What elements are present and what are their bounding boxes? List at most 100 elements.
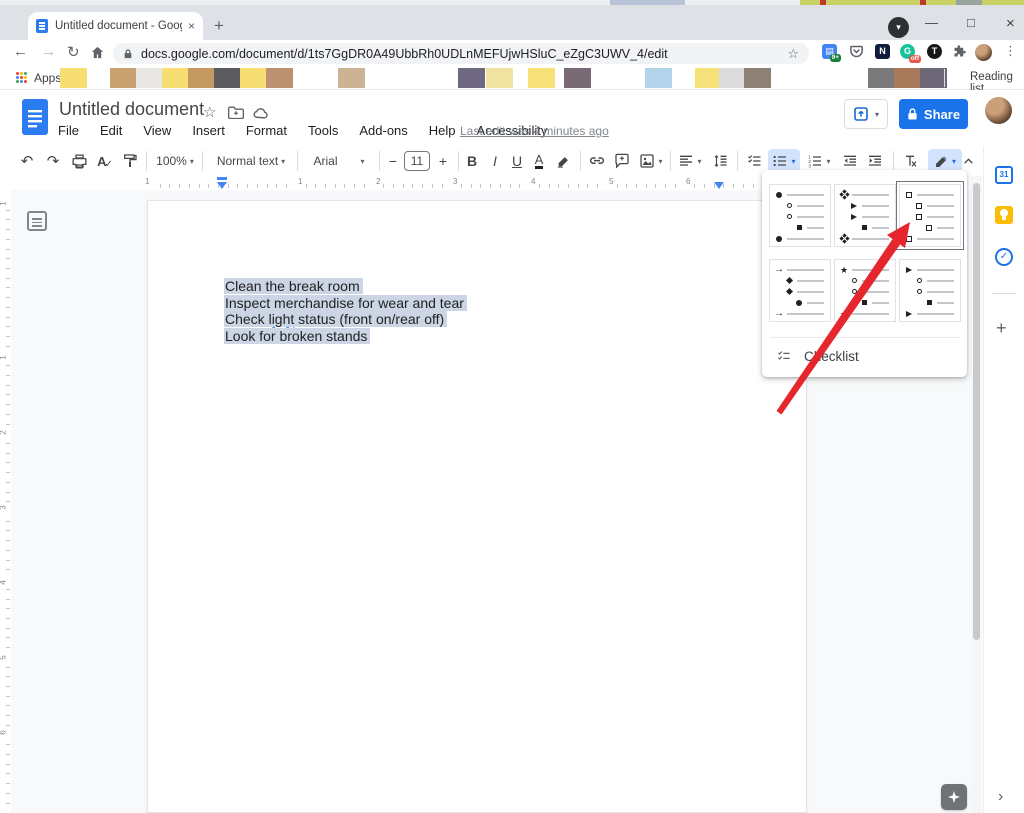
zoom-select[interactable]: 100%▾ — [152, 149, 198, 173]
first-line-indent-marker[interactable] — [217, 177, 227, 180]
menu-tools[interactable]: Tools — [308, 123, 338, 138]
bold-button[interactable]: B — [462, 149, 482, 173]
pocket-extension-icon[interactable] — [849, 44, 864, 59]
browser-menu-dots-icon[interactable]: ⋮ — [1004, 43, 1017, 59]
bullet-style-disc-circle-square[interactable] — [769, 184, 831, 247]
tab-close-icon[interactable]: × — [188, 19, 195, 33]
reload-icon[interactable]: ↻ — [67, 43, 80, 61]
menu-format[interactable]: Format — [246, 123, 287, 138]
bookmark-square[interactable] — [486, 68, 513, 88]
bookmark-square[interactable] — [894, 68, 921, 88]
move-folder-icon[interactable] — [228, 106, 244, 119]
bookmark-square[interactable] — [110, 68, 137, 88]
font-select[interactable]: Arial▾ — [303, 149, 375, 173]
forward-icon[interactable]: → — [41, 43, 56, 60]
browser-avatar[interactable] — [975, 44, 992, 61]
menu-view[interactable]: View — [143, 123, 171, 138]
menu-edit[interactable]: Edit — [100, 123, 122, 138]
scrollbar-thumb[interactable] — [973, 183, 980, 640]
bookmark-square[interactable] — [744, 68, 771, 88]
cloud-saved-icon[interactable] — [252, 107, 269, 119]
present-button[interactable]: ▾ — [844, 99, 888, 129]
bookmark-square[interactable] — [188, 68, 215, 88]
doc-line[interactable]: Check light status (front on/rear off) — [224, 311, 467, 328]
share-button[interactable]: Share — [899, 99, 968, 129]
add-comment-button[interactable] — [610, 149, 634, 173]
last-edit-link[interactable]: Last edit was 4 minutes ago — [460, 124, 609, 138]
docs-avatar[interactable] — [985, 97, 1012, 124]
document-title-input[interactable]: Untitled document — [59, 99, 204, 120]
checklist-button[interactable] — [742, 149, 766, 173]
home-icon[interactable] — [90, 45, 105, 60]
text-color-button[interactable]: A — [529, 149, 549, 173]
browser-tab[interactable]: Untitled document - Google Doc × — [28, 12, 203, 40]
bookmark-star-icon[interactable]: ☆ — [787, 46, 799, 62]
bullet-style-star-circle-square[interactable]: ★★ — [834, 259, 896, 322]
decrease-font-button[interactable]: − — [384, 149, 402, 173]
menu-insert[interactable]: Insert — [192, 123, 225, 138]
docs-logo-icon[interactable] — [21, 98, 49, 136]
bookmark-square[interactable] — [458, 68, 485, 88]
bookmark-square[interactable] — [136, 68, 163, 88]
tasks-icon[interactable]: ✓ — [995, 248, 1013, 266]
bookmark-square[interactable] — [645, 68, 672, 88]
document-outline-icon[interactable] — [27, 211, 47, 231]
insert-link-button[interactable] — [585, 149, 609, 173]
bookmark-square[interactable] — [338, 68, 365, 88]
back-icon[interactable]: ← — [13, 43, 28, 60]
browser-profile-chevron-icon[interactable]: ▾ — [888, 17, 909, 38]
redo-button[interactable]: ↷ — [42, 149, 64, 173]
paragraph-style-select[interactable]: Normal text▾ — [208, 149, 294, 173]
document-page[interactable]: Clean the break room Inspect merchandise… — [147, 200, 807, 813]
window-close-button[interactable]: × — [1006, 15, 1015, 32]
doc-line[interactable]: Inspect merchandise for wear and tear — [224, 295, 467, 312]
bookmark-square[interactable] — [564, 68, 591, 88]
bookmark-square[interactable] — [266, 68, 293, 88]
insert-image-button[interactable]: ▾ — [636, 149, 666, 173]
doc-line[interactable]: Look for broken stands — [224, 328, 467, 345]
menu-item-checklist[interactable]: Checklist — [762, 338, 967, 374]
bullet-style-arrowhead-circle-square[interactable] — [899, 259, 961, 322]
bookmark-square[interactable] — [60, 68, 87, 88]
align-button[interactable]: ▾ — [675, 149, 705, 173]
window-minimize-button[interactable]: — — [925, 15, 938, 30]
add-addon-button[interactable]: + — [996, 318, 1007, 339]
apps-label[interactable]: Apps — [34, 71, 61, 85]
star-document-icon[interactable]: ☆ — [203, 103, 216, 121]
menu-addons[interactable]: Add-ons — [359, 123, 407, 138]
bullet-style-arrow-diamond-disc[interactable]: →→ — [769, 259, 831, 322]
line-spacing-button[interactable] — [708, 149, 732, 173]
menu-file[interactable]: File — [58, 123, 79, 138]
increase-font-button[interactable]: + — [434, 149, 452, 173]
bookmark-square[interactable] — [528, 68, 555, 88]
bookmark-square[interactable] — [920, 68, 947, 88]
bookmark-square[interactable] — [240, 68, 267, 88]
undo-button[interactable]: ↶ — [16, 149, 38, 173]
url-bar[interactable]: docs.google.com/document/d/1ts7GgDR0A49U… — [113, 43, 809, 64]
highlight-color-button[interactable] — [552, 149, 574, 173]
keep-icon[interactable] — [995, 206, 1013, 224]
hide-side-panel-icon[interactable]: › — [998, 788, 1003, 806]
doc-line[interactable]: Clean the break room — [224, 278, 467, 295]
explore-button[interactable] — [941, 784, 967, 810]
menu-help[interactable]: Help — [429, 123, 456, 138]
extension-icon[interactable]: ▤9+ — [822, 44, 837, 59]
bullet-style-diamondx-arrow-square[interactable] — [834, 184, 896, 247]
document-text[interactable]: Clean the break room Inspect merchandise… — [224, 278, 467, 344]
underline-button[interactable]: U — [507, 149, 527, 173]
calendar-icon[interactable]: 31 — [995, 166, 1013, 184]
new-tab-button[interactable]: + — [214, 16, 224, 36]
paint-format-button[interactable] — [119, 149, 141, 173]
notion-extension-icon[interactable]: N — [875, 44, 890, 59]
print-button[interactable] — [68, 149, 90, 173]
bookmark-square[interactable] — [162, 68, 189, 88]
font-size-input[interactable]: 11 — [404, 149, 430, 173]
bookmark-square[interactable] — [719, 68, 746, 88]
bookmark-square[interactable] — [214, 68, 241, 88]
grammarly-extension-icon[interactable]: Goff — [900, 44, 915, 59]
bullet-style-checkbox-squares[interactable] — [899, 184, 961, 247]
window-maximize-button[interactable]: □ — [967, 15, 975, 30]
spellcheck-button[interactable]: A✓ — [94, 149, 116, 173]
t-extension-icon[interactable]: T — [927, 44, 942, 59]
apps-grid-icon[interactable] — [16, 72, 28, 84]
